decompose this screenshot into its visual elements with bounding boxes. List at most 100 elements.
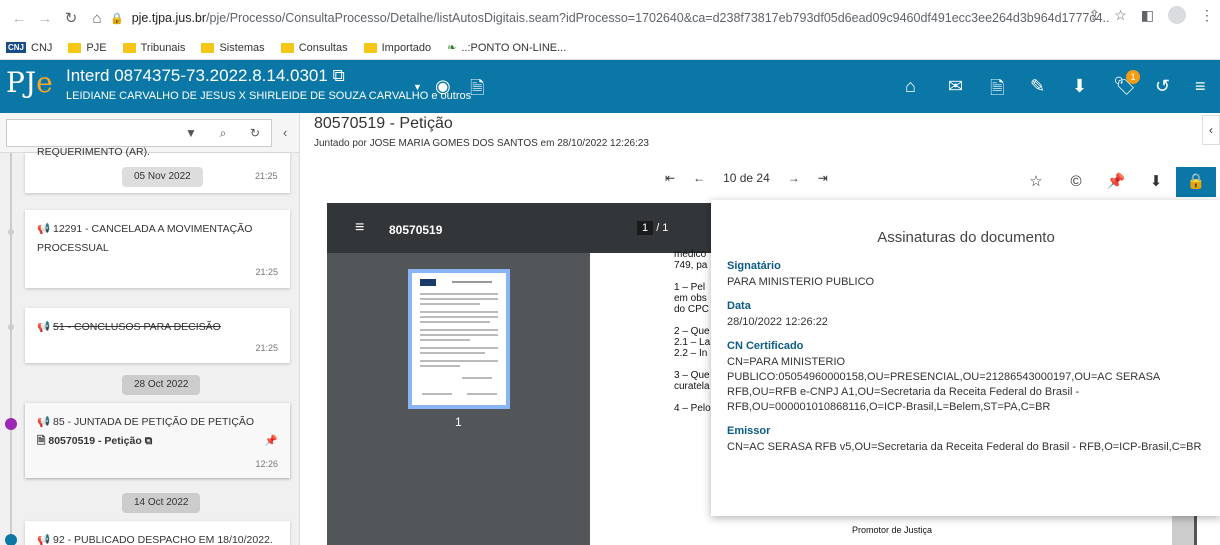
collapse-sidebar-icon[interactable]: ‹ xyxy=(283,125,287,140)
back-arrow-icon[interactable]: ← xyxy=(6,10,32,27)
search-icon[interactable]: ⌕ xyxy=(207,126,239,141)
menu-dots-icon[interactable]: ⋮ xyxy=(1200,7,1214,24)
mail-icon[interactable]: ✉ xyxy=(948,76,963,97)
pdf-filename: 80570519 xyxy=(389,223,443,237)
signatario-value: PARA MINISTERIO PUBLICO xyxy=(727,276,875,288)
history-icon[interactable]: ↺ xyxy=(1155,76,1170,97)
edit-icon[interactable]: ✎ xyxy=(1030,76,1045,97)
lock-icon: 🔒 xyxy=(110,12,124,25)
first-page-icon[interactable]: ⇤ xyxy=(665,171,675,185)
pje-logo[interactable]: PJe xyxy=(6,68,53,98)
copy-icon[interactable]: ⧉ xyxy=(145,435,153,447)
share-icon[interactable]: ⇪ xyxy=(1088,7,1100,24)
home-icon[interactable]: ⌂ xyxy=(905,76,916,97)
timeline-dot xyxy=(8,324,14,330)
data-label: Data xyxy=(727,300,751,312)
timeline-card-selected[interactable]: 📢 85 - JUNTADA DE PETIÇÃO DE PETIÇÃO 🗎 8… xyxy=(25,403,290,478)
date-pill: 05 Nov 2022 xyxy=(122,167,203,187)
home-icon[interactable]: ⌂ xyxy=(84,10,110,27)
folder-icon xyxy=(122,42,136,53)
date-pill: 14 Oct 2022 xyxy=(122,493,201,513)
lock-icon[interactable]: 🔒 xyxy=(1176,167,1216,197)
page-line: 4 – Pelo xyxy=(674,403,711,414)
timeline-line xyxy=(10,153,12,545)
signatario-label: Signatário xyxy=(727,260,781,272)
folder-icon xyxy=(363,42,377,53)
timeline-card[interactable]: 📢 92 - PUBLICADO DESPACHO EM 18/10/2022. xyxy=(25,521,290,545)
star-icon[interactable]: ☆ xyxy=(1114,7,1127,24)
page-line: 3 – Que xyxy=(674,370,710,381)
previous-page-icon[interactable]: ← xyxy=(693,171,705,185)
document-title: 80570519 - Petição xyxy=(314,115,453,132)
expand-right-panel-button[interactable]: ‹ xyxy=(1202,115,1220,145)
document-icon[interactable]: 🗎 xyxy=(470,76,484,106)
bookmark-sistemas[interactable]: Sistemas xyxy=(201,42,265,54)
star-icon[interactable]: ☆ xyxy=(1016,167,1056,197)
mp-icon[interactable]: ◉ xyxy=(435,76,451,97)
timeline-dot xyxy=(8,229,14,235)
download-icon[interactable]: ⬇ xyxy=(1136,167,1176,197)
sidepanel-icon[interactable]: ◧ xyxy=(1141,7,1154,24)
pin-icon[interactable]: 📌 xyxy=(265,432,278,451)
signatures-popup: Assinaturas do documento Signatário PARA… xyxy=(711,200,1220,516)
page-line: em obs xyxy=(674,293,707,304)
document-pager: ⇤ ← 10 de 24 → ⇥ xyxy=(665,171,828,185)
cn-value: CN=PARA MINISTERIO PUBLICO:0505496000015… xyxy=(727,356,1160,413)
pin-icon[interactable]: 📌 xyxy=(1096,167,1136,197)
megaphone-icon: 📢 xyxy=(37,534,51,545)
folder-icon xyxy=(68,42,82,53)
timeline-dot xyxy=(5,534,17,545)
leaf-icon: ❧ xyxy=(447,42,457,54)
timeline-card[interactable]: 📢 51 - CONCLUSOS PARA DECISÃO 21:25 xyxy=(25,308,290,363)
file-icon: 🗎 xyxy=(37,435,46,447)
data-value: 28/10/2022 12:26:22 xyxy=(727,316,828,328)
megaphone-icon: 📢 xyxy=(37,321,51,333)
app-header: PJe Interd 0874375-73.2022.8.14.0301 ⧉ L… xyxy=(0,60,1220,113)
bookmark-cnj[interactable]: CNJ CNJ xyxy=(6,42,52,54)
address-bar[interactable]: 🔒 pje.tjpa.jus.br/pje/Processo/ConsultaP… xyxy=(110,5,1110,31)
copyright-icon[interactable]: © xyxy=(1056,167,1096,197)
bookmark-ponto[interactable]: ❧ ..:PONTO ON-LINE... xyxy=(447,41,566,55)
pdf-scrollbar[interactable] xyxy=(1172,515,1194,545)
document-subtitle: Juntado por JOSE MARIA GOMES DOS SANTOS … xyxy=(314,138,649,149)
page-line: 2.2 – In xyxy=(674,348,708,359)
emissor-value: CN=AC SERASA RFB v5,OU=Secretaria da Rec… xyxy=(727,441,1202,453)
profile-avatar[interactable] xyxy=(1168,6,1186,24)
page-line: 2.1 – La xyxy=(674,337,711,348)
page-thumbnail[interactable] xyxy=(408,269,510,409)
page-line: 2 – Que xyxy=(674,326,710,337)
pdf-page-indicator[interactable]: 1 / 1 xyxy=(637,221,668,235)
page-line: 749, pa xyxy=(674,260,708,271)
folder-icon xyxy=(201,42,215,53)
copy-icon[interactable]: ⧉ xyxy=(333,66,345,85)
bookmark-importado[interactable]: Importado xyxy=(363,42,431,54)
bookmark-pje[interactable]: PJE xyxy=(68,42,107,54)
timeline-card[interactable]: 📢 12291 - CANCELADA A MOVIMENTAÇÃO PROCE… xyxy=(25,210,290,288)
card-time: 21:25 xyxy=(255,171,278,181)
bookmarks-bar: CNJ CNJ PJE Tribunais Sistemas Consultas … xyxy=(0,36,1220,60)
notification-badge: 1 xyxy=(1126,70,1140,84)
forward-arrow-icon[interactable]: → xyxy=(32,10,58,27)
hamburger-menu-icon[interactable]: ≡ xyxy=(355,219,364,237)
reload-icon[interactable]: ↻ xyxy=(58,9,84,27)
document-tools: ☆ © 📌 ⬇ 🔒 xyxy=(1016,167,1216,197)
next-page-icon[interactable]: → xyxy=(788,171,800,185)
refresh-icon[interactable]: ↻ xyxy=(239,126,271,140)
page-line: médico xyxy=(674,249,707,260)
thumbnail-number: 1 xyxy=(455,415,462,429)
filter-icon[interactable]: ▼ xyxy=(175,126,207,140)
popup-title: Assinaturas do documento xyxy=(877,229,1055,246)
bookmark-tribunais[interactable]: Tribunais xyxy=(122,42,185,54)
cnj-logo-icon: CNJ xyxy=(6,42,27,53)
chevron-down-icon[interactable]: ▼ xyxy=(413,82,422,92)
hamburger-menu-icon[interactable]: ≡ xyxy=(1195,76,1206,97)
bookmark-consultas[interactable]: Consultas xyxy=(280,42,348,54)
last-page-icon[interactable]: ⇥ xyxy=(818,171,828,185)
download-icon[interactable]: ⬇ xyxy=(1072,76,1087,97)
document-link[interactable]: 🗎 80570519 - Petição ⧉ 📌 xyxy=(37,432,278,451)
browser-toolbar: ← → ↻ ⌂ 🔒 pje.tjpa.jus.br/pje/Processo/C… xyxy=(0,0,1220,36)
megaphone-icon: 📢 xyxy=(37,416,51,428)
document-settings-icon[interactable]: 🗎 xyxy=(990,76,1004,106)
thumbnail-lines xyxy=(420,279,498,395)
process-title[interactable]: Interd 0874375-73.2022.8.14.0301 ⧉ xyxy=(66,66,345,86)
